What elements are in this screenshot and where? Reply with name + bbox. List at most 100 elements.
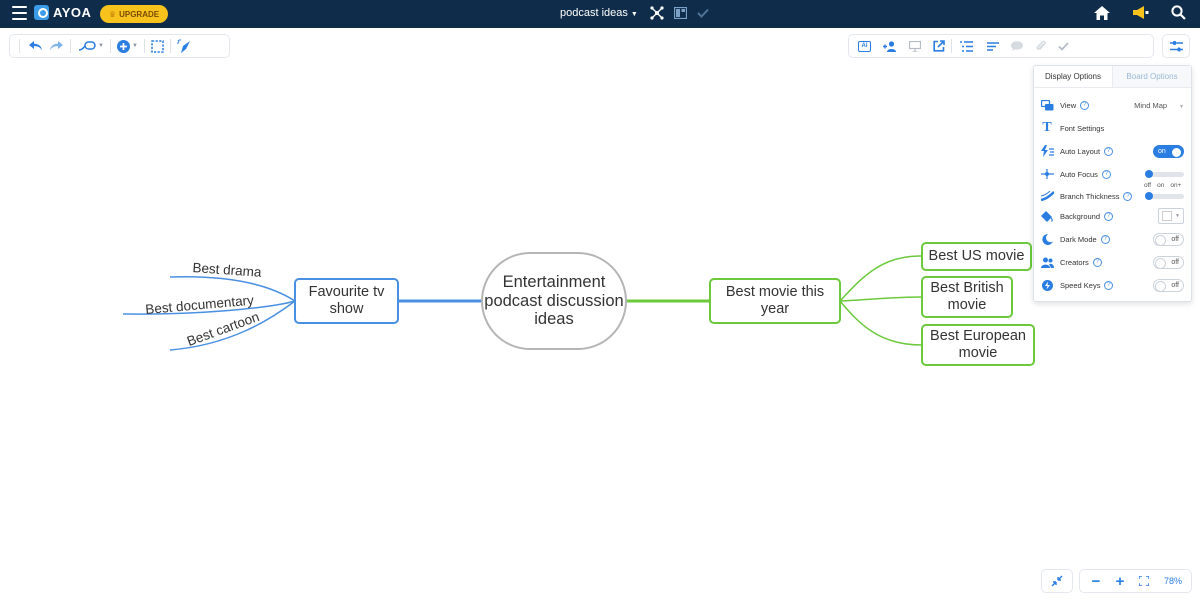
checkmark-icon [1058, 41, 1069, 51]
view-icon [1040, 99, 1054, 111]
notes-button[interactable] [981, 35, 1005, 57]
toolbar-divider [70, 39, 71, 53]
logo-text: AYOA [53, 5, 92, 20]
leaf-node-best-us-movie[interactable]: Best US movie [921, 242, 1032, 271]
collapse-view-button[interactable] [1041, 569, 1073, 593]
auto-layout-label: Auto Layout [1060, 146, 1101, 156]
branch-node-best-movie-this-year[interactable]: Best movie this year [709, 278, 841, 324]
list-outline-icon [960, 40, 973, 52]
creators-toggle[interactable]: off [1153, 255, 1184, 269]
leaf-node-best-british-movie[interactable]: Best British movie [921, 276, 1013, 318]
leaf-line-best-british-movie [839, 296, 923, 302]
chevron-down-icon: ▼ [98, 43, 104, 49]
help-icon[interactable]: ? [1104, 280, 1114, 290]
hamburger-menu-icon[interactable] [12, 6, 27, 22]
branch-thickness-slider[interactable] [1145, 191, 1184, 200]
redo-button[interactable] [46, 35, 66, 57]
branch-style-dropdown[interactable]: ▼ [73, 35, 110, 57]
outline-view-button[interactable] [952, 35, 981, 57]
auto-layout-row: Auto Layout? on [1040, 142, 1184, 160]
lightning-icon [1040, 279, 1054, 291]
export-icon [933, 40, 945, 52]
upgrade-label: UPGRADE [119, 9, 160, 19]
sliders-icon [1169, 40, 1183, 51]
fit-screen-icon [1139, 576, 1149, 586]
branch-thickness-label: Branch Thickness [1060, 191, 1120, 201]
crown-icon: ♛ [108, 9, 117, 19]
auto-layout-icon [1040, 145, 1054, 157]
view-select[interactable]: Mind Map ▼ [1134, 101, 1184, 110]
present-button[interactable] [903, 35, 927, 57]
help-icon[interactable]: ? [1080, 100, 1090, 110]
shrink-arrows-icon [1051, 575, 1063, 587]
moon-icon [1040, 233, 1054, 245]
share-users-button[interactable] [877, 35, 903, 57]
speed-keys-toggle[interactable]: off [1153, 278, 1184, 292]
slider-knob[interactable] [1145, 191, 1153, 200]
help-icon[interactable]: ? [1104, 146, 1114, 156]
display-options-panel: Display Options Board Options View? Mind… [1033, 65, 1192, 302]
add-button[interactable]: ▼ [111, 35, 144, 57]
help-icon[interactable]: ? [1104, 211, 1114, 221]
home-icon[interactable] [1094, 5, 1110, 20]
magic-brush-icon [176, 39, 190, 53]
branch-node-favourite-tv-show[interactable]: Favourite tv show [294, 278, 399, 324]
auto-layout-toggle[interactable]: on [1153, 144, 1184, 158]
map-title-dropdown[interactable]: podcast ideas ▼ [560, 7, 638, 19]
creators-icon [1040, 256, 1054, 268]
background-label: Background [1060, 211, 1101, 221]
mind-map-canvas[interactable]: Entertainment podcast discussion ideas F… [0, 60, 1200, 602]
presentation-icon [909, 40, 921, 52]
ayoa-logo[interactable]: AYOA [34, 5, 91, 20]
dark-mode-toggle[interactable]: off [1153, 232, 1184, 246]
speed-keys-label: Speed Keys [1060, 280, 1101, 290]
chevron-down-icon: ▼ [630, 11, 638, 18]
tab-display-options[interactable]: Display Options [1034, 66, 1112, 87]
color-swatch [1162, 211, 1172, 221]
board-view-icon[interactable] [674, 7, 687, 19]
creators-label: Creators [1060, 257, 1089, 267]
comments-button[interactable] [1005, 35, 1029, 57]
app-window: AYOA ♛ UPGRADE podcast ideas ▼ ▼ ▼ AI En… [0, 0, 1200, 602]
zoom-in-button[interactable]: + [1108, 570, 1132, 592]
central-topic[interactable]: Entertainment podcast discussion ideas [481, 252, 627, 350]
ai-icon: AI [858, 40, 871, 52]
task-view-icon[interactable] [697, 8, 709, 18]
marquee-select-icon [151, 39, 164, 53]
fit-to-screen-button[interactable] [1132, 570, 1156, 592]
export-button[interactable] [927, 35, 951, 57]
tasks-button[interactable] [1052, 35, 1075, 57]
creators-row: Creators? off [1040, 253, 1184, 271]
select-area-button[interactable] [145, 35, 170, 57]
leaf-node-best-european-movie[interactable]: Best European movie [921, 324, 1035, 366]
font-settings-row[interactable]: T Font Settings [1040, 119, 1184, 137]
background-color-picker[interactable]: ▼ [1158, 208, 1184, 224]
undo-icon [29, 41, 42, 51]
magic-paint-button[interactable] [171, 35, 198, 57]
mind-map-view-icon[interactable] [650, 6, 664, 20]
slider-knob[interactable] [1145, 169, 1153, 178]
top-bar: AYOA ♛ UPGRADE podcast ideas ▼ [0, 0, 1200, 28]
help-icon[interactable]: ? [1101, 169, 1111, 179]
search-icon[interactable] [1171, 5, 1186, 20]
zoom-out-button[interactable]: − [1084, 570, 1108, 592]
leaf-line-best-european-movie [839, 300, 923, 346]
undo-button[interactable] [26, 35, 46, 57]
ai-button[interactable]: AI [852, 35, 877, 57]
upgrade-button[interactable]: ♛ UPGRADE [100, 5, 168, 23]
auto-focus-slider[interactable] [1145, 169, 1184, 178]
add-circle-icon [116, 39, 130, 53]
zoom-level[interactable]: 78% [1164, 576, 1182, 586]
ayoa-logo-icon [34, 5, 49, 20]
announcement-megaphone-icon[interactable] [1132, 5, 1149, 20]
branch-thickness-row: Branch Thickness? [1040, 187, 1184, 205]
attachments-button[interactable] [1029, 35, 1052, 57]
help-icon[interactable]: ? [1100, 234, 1110, 244]
help-icon[interactable]: ? [1092, 257, 1102, 267]
display-settings-button[interactable] [1162, 34, 1190, 58]
paint-bucket-icon [1040, 210, 1054, 222]
tab-board-options[interactable]: Board Options [1112, 66, 1191, 87]
edit-toolbar: ▼ ▼ [9, 34, 230, 58]
help-icon[interactable]: ? [1123, 191, 1133, 201]
speed-keys-row: Speed Keys? off [1040, 276, 1184, 294]
